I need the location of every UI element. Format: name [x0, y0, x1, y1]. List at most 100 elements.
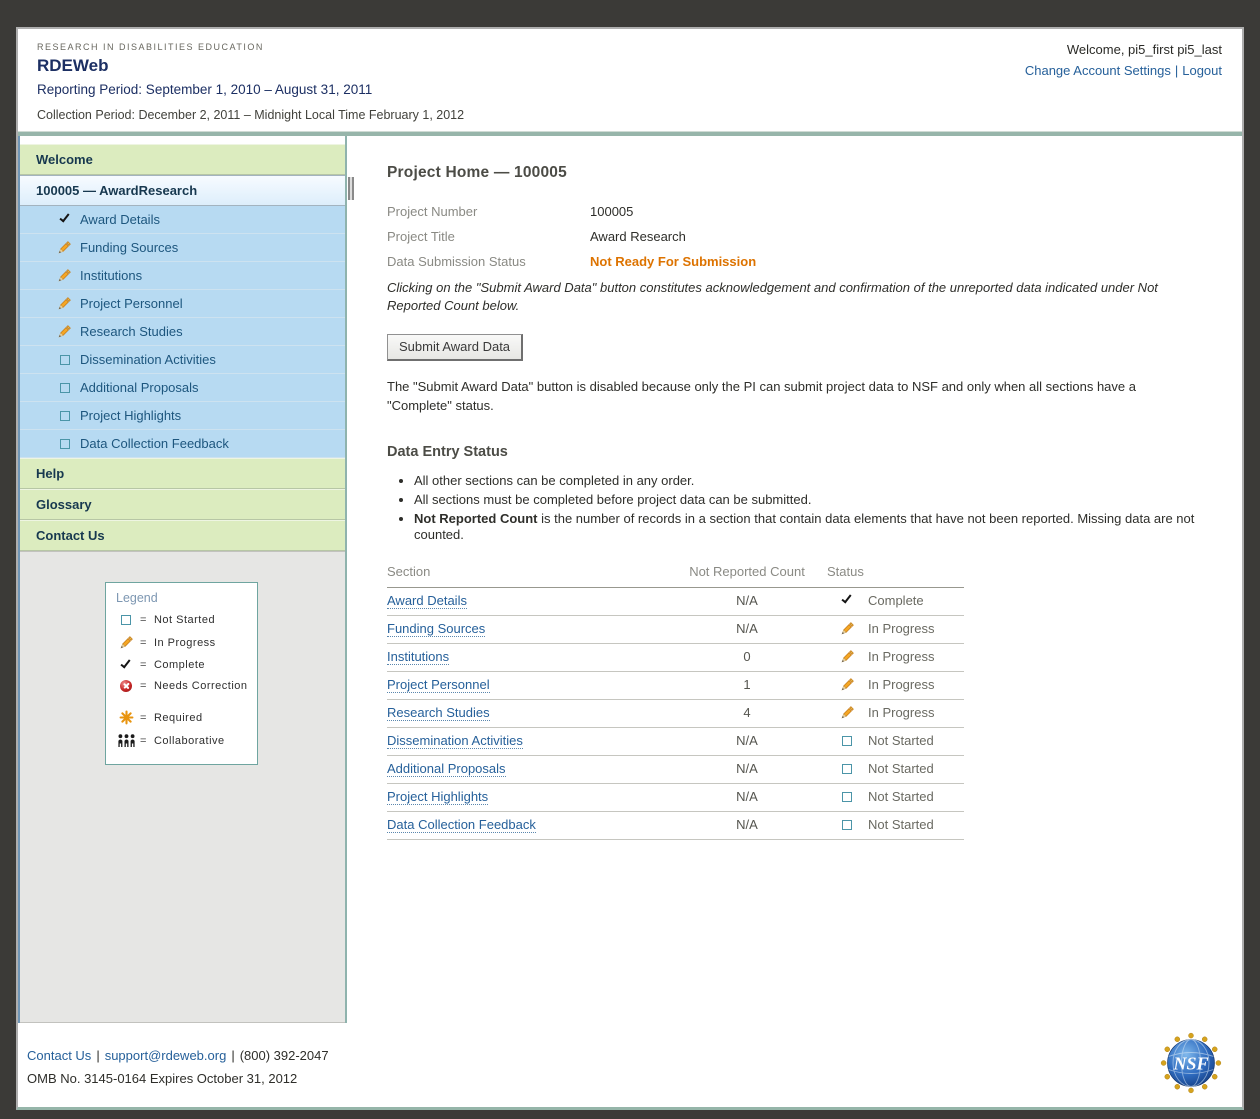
change-account-settings-link[interactable]: Change Account Settings: [1025, 63, 1171, 78]
check-icon: [56, 215, 73, 224]
additional-proposals-link[interactable]: Additional Proposals: [387, 761, 506, 777]
not-reported-count: N/A: [667, 728, 827, 756]
splitter-handle[interactable]: [348, 177, 354, 200]
legend-label: Required: [154, 712, 203, 724]
sidebar-item-project-personnel[interactable]: Project Personnel: [20, 290, 345, 318]
bullet-item: All sections must be completed before pr…: [414, 492, 1204, 509]
square-icon: [839, 764, 855, 774]
not-reported-count: N/A: [667, 616, 827, 644]
research-studies-link[interactable]: Research Studies: [387, 705, 490, 721]
footer-omb-line: OMB No. 3145-0164 Expires October 31, 20…: [27, 1071, 1242, 1086]
legend-label: Collaborative: [154, 735, 225, 747]
legend-row-needs-correction: = Needs Correction: [116, 680, 251, 692]
sidebar-item-label: Project Highlights: [80, 408, 181, 423]
table-row: Data Collection Feedback N/A Not Started: [387, 812, 964, 840]
square-icon: [56, 355, 73, 365]
project-fields: Project Number 100005 Project Title Awar…: [387, 204, 1204, 269]
sidebar-item-institutions[interactable]: Institutions: [20, 262, 345, 290]
pencil-icon: [839, 621, 855, 636]
legend-label: Not Started: [154, 614, 215, 626]
submission-note: Clicking on the "Submit Award Data" butt…: [387, 279, 1204, 314]
project-number-value: 100005: [590, 204, 633, 219]
footer-contact-line: Contact Us|support@rdeweb.org|(800) 392-…: [27, 1048, 1242, 1063]
sidebar-item-project-highlights[interactable]: Project Highlights: [20, 402, 345, 430]
sidebar-item-research-studies[interactable]: Research Studies: [20, 318, 345, 346]
project-personnel-link[interactable]: Project Personnel: [387, 677, 490, 693]
status-text: Not Started: [868, 789, 934, 804]
square-icon: [116, 615, 136, 625]
bullet-item: All other sections can be completed in a…: [414, 473, 1204, 490]
pencil-icon: [839, 677, 855, 692]
award-details-link[interactable]: Award Details: [387, 593, 467, 609]
status-text: In Progress: [868, 649, 934, 664]
pencil-icon: [839, 705, 855, 720]
not-reported-count: N/A: [667, 812, 827, 840]
project-item-label: 100005 — AwardResearch: [36, 183, 197, 198]
table-row: Research Studies 4 In Progress: [387, 700, 964, 728]
bullet-bold-lead: Not Reported Count: [414, 511, 537, 526]
user-block: Welcome, pi5_first pi5_last Change Accou…: [1025, 40, 1222, 82]
not-reported-count: N/A: [667, 784, 827, 812]
sidebar-item-dissemination-activities[interactable]: Dissemination Activities: [20, 346, 345, 374]
sidebar-filler: Legend = Not Started = In Progress: [20, 551, 345, 1023]
sidebar-item-label: Dissemination Activities: [80, 352, 216, 367]
sidebar-item-help[interactable]: Help: [20, 458, 345, 489]
sidebar-item-data-collection-feedback[interactable]: Data Collection Feedback: [20, 430, 345, 458]
sidebar-item-welcome[interactable]: Welcome: [20, 144, 345, 175]
footer-phone: (800) 392-2047: [240, 1048, 329, 1063]
sidebar-item-additional-proposals[interactable]: Additional Proposals: [20, 374, 345, 402]
equals-sign: =: [140, 659, 147, 671]
legend-row-in-progress: = In Progress: [116, 635, 251, 650]
project-highlights-link[interactable]: Project Highlights: [387, 789, 488, 805]
footer-contact-us-link[interactable]: Contact Us: [27, 1048, 91, 1063]
institutions-link[interactable]: Institutions: [387, 649, 449, 665]
project-number-label: Project Number: [387, 204, 590, 219]
table-row: Dissemination Activities N/A Not Started: [387, 728, 964, 756]
status-text: In Progress: [868, 677, 934, 692]
project-title-label: Project Title: [387, 229, 590, 244]
funding-sources-link[interactable]: Funding Sources: [387, 621, 485, 637]
submit-award-data-button[interactable]: Submit Award Data: [387, 334, 523, 361]
sidebar-item-contact-us[interactable]: Contact Us: [20, 520, 345, 551]
sidebar-item-project[interactable]: 100005 — AwardResearch: [20, 175, 345, 206]
status-text: In Progress: [868, 621, 934, 636]
logout-link[interactable]: Logout: [1182, 63, 1222, 78]
reporting-period: Reporting Period: September 1, 2010 – Au…: [37, 82, 1242, 97]
table-row: Project Personnel 1 In Progress: [387, 672, 964, 700]
data-collection-feedback-link[interactable]: Data Collection Feedback: [387, 817, 536, 833]
sidebar-item-funding-sources[interactable]: Funding Sources: [20, 234, 345, 262]
main-content: Project Home — 100005 Project Number 100…: [347, 136, 1242, 1023]
table-row: Additional Proposals N/A Not Started: [387, 756, 964, 784]
nsf-logo: NSF: [1159, 1031, 1223, 1098]
error-icon: [116, 680, 136, 692]
footer-email-link[interactable]: support@rdeweb.org: [105, 1048, 227, 1063]
status-column-header: Status: [827, 561, 964, 588]
project-title-row: Project Title Award Research: [387, 229, 1204, 244]
square-icon: [839, 736, 855, 746]
pencil-icon: [56, 268, 73, 283]
check-icon: [116, 661, 136, 670]
collection-period: Collection Period: December 2, 2011 – Mi…: [37, 108, 1242, 122]
sidebar-nav: Welcome 100005 — AwardResearch Award Det…: [18, 136, 347, 1023]
dissemination-activities-link[interactable]: Dissemination Activities: [387, 733, 523, 749]
status-text: Complete: [868, 593, 924, 608]
project-title-value: Award Research: [590, 229, 686, 244]
pencil-icon: [56, 324, 73, 339]
status-text: Not Started: [868, 733, 934, 748]
link-separator: |: [1175, 63, 1178, 78]
sidebar-item-glossary[interactable]: Glossary: [20, 489, 345, 520]
square-icon: [56, 439, 73, 449]
status-text: Not Started: [868, 817, 934, 832]
pencil-icon: [56, 240, 73, 255]
equals-sign: =: [140, 680, 147, 692]
not-reported-count: 0: [667, 644, 827, 672]
table-row: Project Highlights N/A Not Started: [387, 784, 964, 812]
data-entry-bullets: All other sections can be completed in a…: [414, 473, 1204, 545]
sidebar-item-award-details[interactable]: Award Details: [20, 206, 345, 234]
page-footer: Contact Us|support@rdeweb.org|(800) 392-…: [18, 1023, 1242, 1107]
square-icon: [56, 411, 73, 421]
nav-menu: Welcome 100005 — AwardResearch Award Det…: [20, 144, 345, 551]
submission-status-row: Data Submission Status Not Ready For Sub…: [387, 254, 1204, 269]
footer-separator: |: [231, 1048, 234, 1063]
pencil-icon: [56, 296, 73, 311]
